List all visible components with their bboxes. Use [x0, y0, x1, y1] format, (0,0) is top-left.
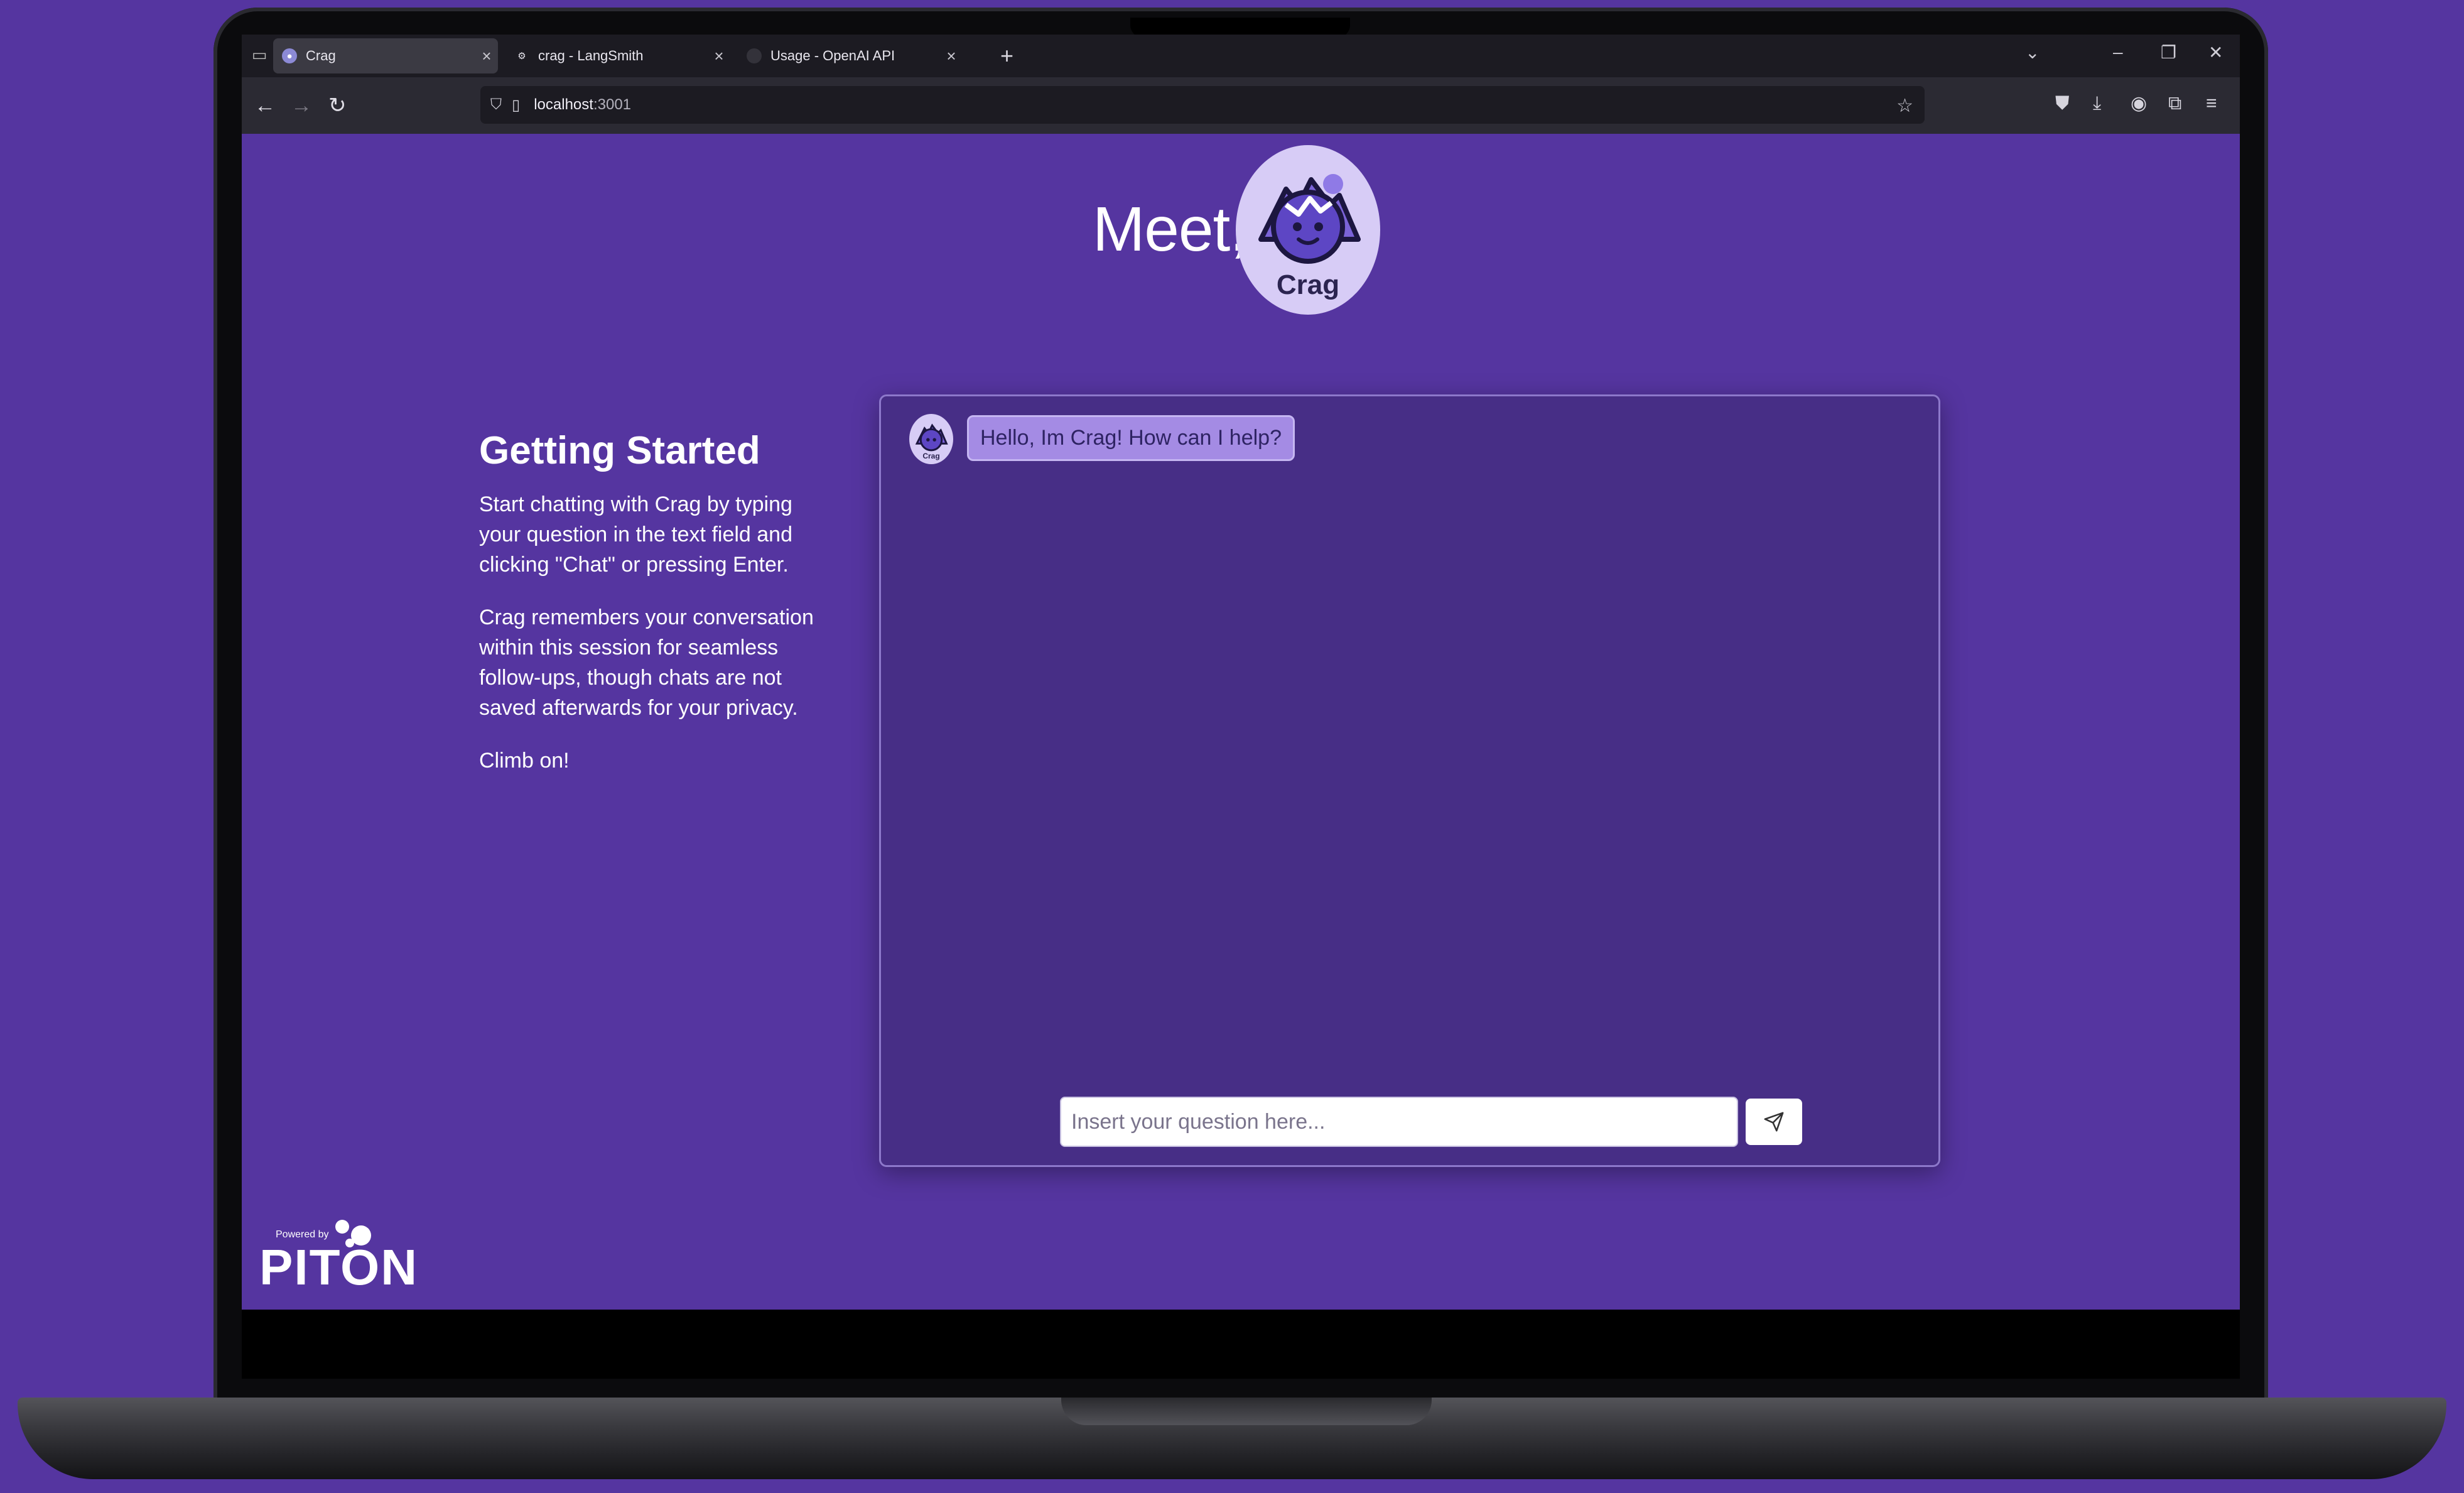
crag-mascot-icon — [1258, 174, 1361, 264]
openai-favicon-icon — [747, 48, 762, 63]
bot-avatar: Crag — [909, 414, 953, 464]
bookmark-star-icon[interactable]: ☆ — [1896, 95, 1913, 117]
crag-avatar: Crag — [1236, 145, 1380, 315]
chat-message: Crag Hello, Im Crag! How can I help? — [909, 414, 1295, 464]
screen-bezel — [242, 1310, 2240, 1379]
tab-bar: ▭ ● Crag × ⚙ crag - LangSmith × Usage - … — [242, 35, 2240, 77]
chat-input-row — [1060, 1097, 1802, 1147]
page-icon: ▯ — [512, 96, 521, 114]
extensions-icon[interactable]: ⧉ — [2168, 92, 2181, 115]
piton-mark-icon — [335, 1220, 371, 1247]
restore-icon[interactable]: ❐ — [2161, 42, 2176, 63]
tab-list-icon[interactable]: ▭ — [251, 46, 268, 63]
tab-crag[interactable]: ● Crag × — [273, 38, 498, 73]
laptop-opening-lip — [1061, 1398, 1432, 1425]
hero-title: Meet, — [1093, 194, 1247, 264]
downloads-icon[interactable]: ⤓ — [2093, 92, 2101, 115]
send-icon — [1764, 1112, 1784, 1132]
browser-window: ▭ ● Crag × ⚙ crag - LangSmith × Usage - … — [242, 35, 2240, 1310]
address-bar[interactable]: ⛉ ▯ localhost:3001 ☆ — [480, 86, 1925, 124]
url-text: localhost:3001 — [534, 96, 631, 114]
guide-paragraph: Climb on! — [479, 749, 570, 773]
crag-favicon-icon: ● — [282, 48, 297, 63]
question-input[interactable] — [1060, 1097, 1738, 1147]
tab-openai-usage[interactable]: Usage - OpenAI API × — [738, 38, 963, 73]
close-tab-icon[interactable]: × — [708, 46, 730, 66]
chat-panel: Crag Hello, Im Crag! How can I help? — [879, 394, 1940, 1167]
guide-paragraph: Start chatting with Crag by typing your … — [479, 492, 792, 577]
back-icon[interactable]: ← — [254, 94, 276, 117]
getting-started-panel: Getting Started Start chatting with Crag… — [479, 429, 831, 798]
page-content: Meet, Crag Getting Started Start chattin… — [242, 134, 2240, 1310]
menu-icon[interactable]: ≡ — [2206, 92, 2217, 115]
langsmith-favicon-icon: ⚙ — [517, 51, 526, 62]
list-all-tabs-icon[interactable]: ⌄ — [2025, 42, 2040, 63]
bot-message-bubble: Hello, Im Crag! How can I help? — [967, 415, 1295, 461]
guide-paragraph: Crag remembers your conversation within … — [479, 605, 814, 720]
tab-title: Crag — [306, 48, 336, 63]
minimize-icon[interactable]: – — [2113, 42, 2123, 62]
close-tab-icon[interactable]: × — [475, 46, 498, 66]
pocket-icon[interactable]: ⛊ — [2055, 92, 2070, 115]
url-port: :3001 — [593, 96, 632, 113]
shield-icon[interactable]: ⛉ — [490, 96, 502, 114]
avatar-name: Crag — [1276, 269, 1340, 300]
new-tab-icon[interactable]: + — [1000, 43, 1013, 68]
crag-mascot-icon — [915, 423, 948, 452]
close-tab-icon[interactable]: × — [940, 46, 963, 66]
tab-title: crag - LangSmith — [538, 48, 644, 63]
reload-icon[interactable]: ↻ — [328, 94, 347, 117]
url-host: localhost — [534, 96, 593, 113]
account-icon[interactable]: ◉ — [2131, 92, 2147, 115]
send-button[interactable] — [1746, 1099, 1802, 1145]
tab-title: Usage - OpenAI API — [770, 48, 895, 63]
nav-toolbar: ← → ↻ ⛉ ▯ localhost:3001 ☆ ⛊ ⤓ ◉ ⧉ ≡ — [242, 77, 2240, 134]
getting-started-heading: Getting Started — [479, 429, 760, 472]
close-window-icon[interactable]: ✕ — [2208, 42, 2223, 63]
bot-avatar-name: Crag — [922, 452, 940, 460]
tab-langsmith[interactable]: ⚙ crag - LangSmith × — [505, 38, 730, 73]
forward-icon[interactable]: → — [291, 94, 312, 117]
